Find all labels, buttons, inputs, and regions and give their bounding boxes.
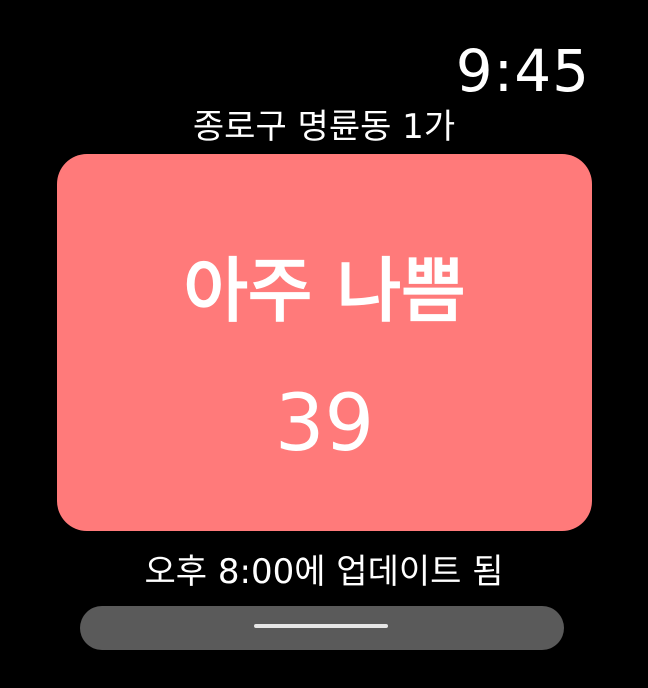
bottom-sheet-handle-bar[interactable] [80, 606, 564, 650]
location-name: 종로구 명륜동 1가 [192, 107, 456, 147]
last-updated-text: 오후 8:00에 업데이트 됨 [144, 552, 504, 592]
air-quality-value: 39 [274, 379, 375, 469]
grabber-handle[interactable] [254, 624, 388, 628]
air-quality-status: 아주 나쁨 [183, 250, 466, 332]
status-time: 9:45 [455, 37, 590, 105]
air-quality-card[interactable]: 아주 나쁨 39 [57, 154, 592, 531]
